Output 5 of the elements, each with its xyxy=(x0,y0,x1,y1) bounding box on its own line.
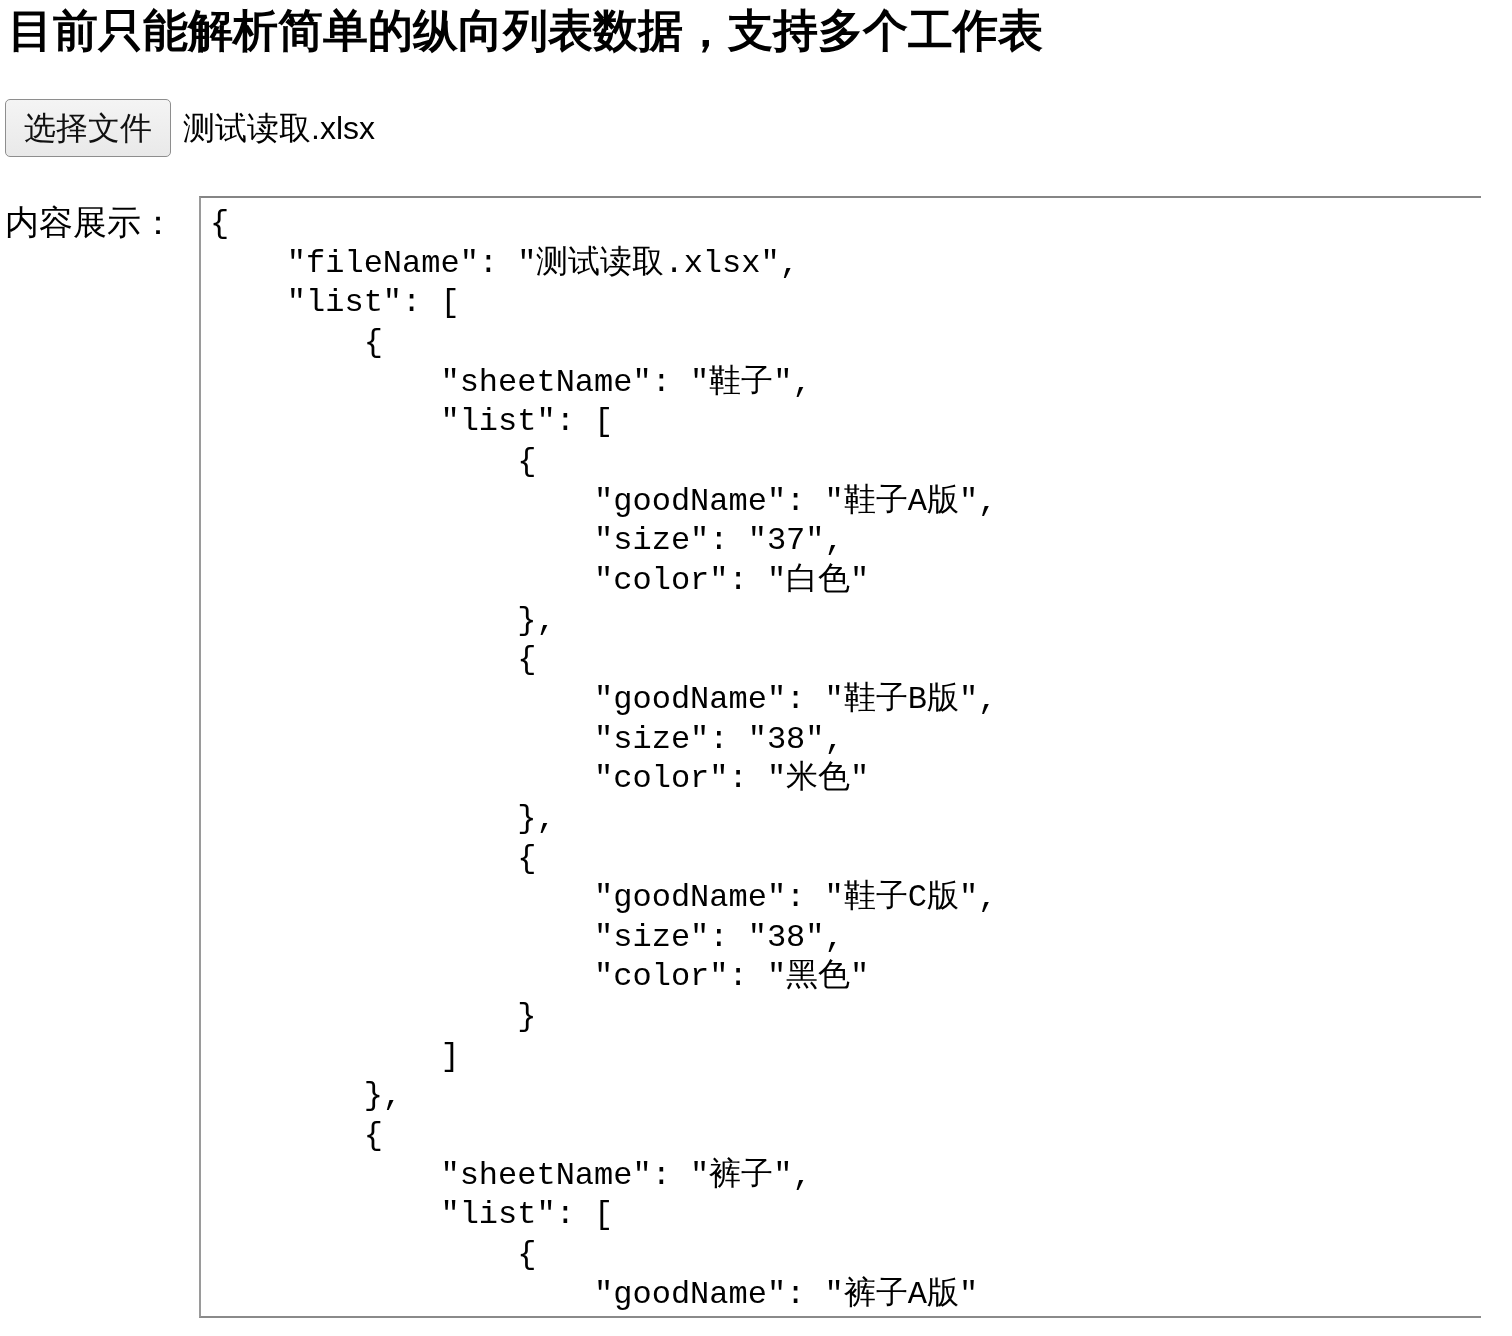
file-name: 测试读取.xlsx xyxy=(183,109,375,148)
choose-file-button[interactable]: 选择文件 xyxy=(5,99,171,157)
json-textarea[interactable]: { "fileName": "测试读取.xlsx", "list": [ { "sheetName": "鞋子", "list": [ { "goodName": "鞋子A版", "size": "37", "color": "白色" }, { "goodName": "鞋子B版", "size": "38", "color": "米色" }, { "goodName": "鞋子C版", "size": "38", "color": "黑色" } ] }, { "sheetName": "裤子", "list": [ { "goodName": "裤子A版" xyxy=(199,196,1481,1318)
content-label: 内容展示： xyxy=(5,202,175,242)
page-heading: 目前只能解析简单的纵向列表数据，支持多个工作表 xyxy=(7,4,1044,57)
